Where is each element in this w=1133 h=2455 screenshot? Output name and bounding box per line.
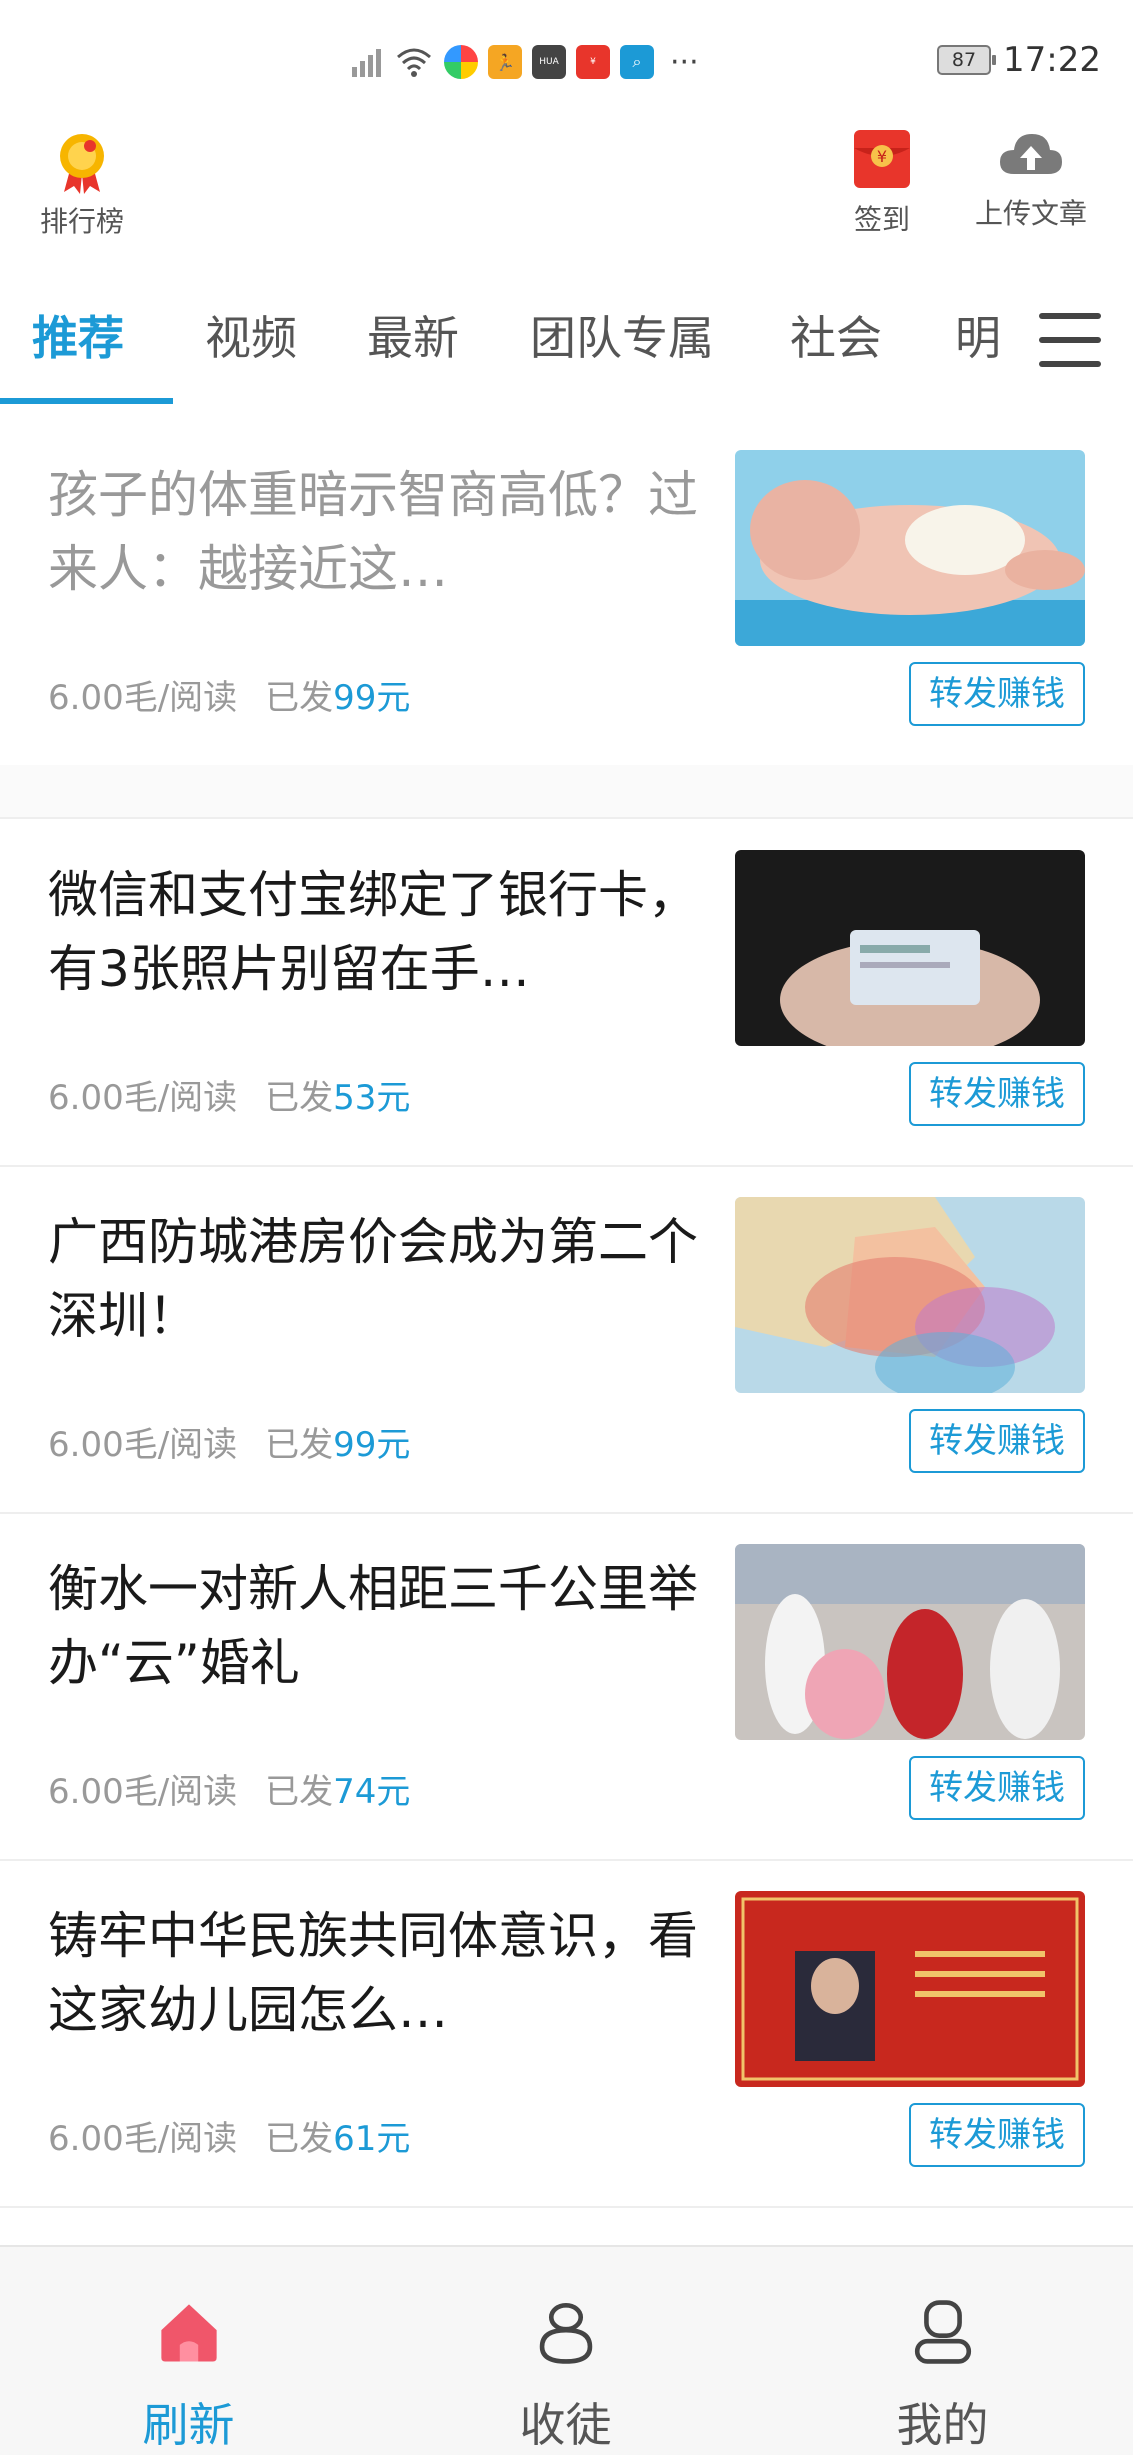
upload-label: 上传文章 — [975, 197, 1088, 230]
nav-refresh[interactable]: 刷新 — [0, 2247, 377, 2455]
article-card[interactable]: 孩子的体重暗示智商高低？过来人：越接近这… 6.00毛/阅读 已发99元 转发赚… — [0, 420, 1133, 767]
sent-prefix: 已发 — [265, 1078, 334, 1118]
sent-amount: 99元 — [333, 678, 411, 718]
active-tab-indicator — [0, 398, 173, 404]
article-title: 孩子的体重暗示智商高低？过来人：越接近这… — [48, 466, 698, 598]
article-meta: 6.00毛/阅读 已发99元 — [48, 670, 410, 719]
sent-amount: 61元 — [333, 2119, 411, 2159]
sent-amount: 99元 — [333, 1425, 411, 1465]
svg-text:¥: ¥ — [877, 147, 887, 166]
sent-info: 已发99元 — [265, 1417, 410, 1466]
profile-icon — [914, 2300, 971, 2364]
sent-amount: 53元 — [333, 1078, 411, 1118]
sent-info: 已发61元 — [265, 2111, 410, 2160]
menu-icon[interactable] — [1033, 305, 1103, 375]
sent-info: 已发74元 — [265, 1764, 410, 1813]
rank-label: 排行榜 — [40, 205, 125, 238]
article-title: 微信和支付宝绑定了银行卡，有3张照片别留在手… — [48, 866, 698, 998]
map-photo — [735, 1197, 1085, 1393]
tab-latest[interactable]: 最新 — [367, 302, 459, 368]
article-meta: 6.00毛/阅读 已发53元 — [48, 1070, 410, 1119]
category-tabs: 推荐 视频 最新 团队专属 社会 明 — [0, 280, 1133, 405]
bottom-navigation: 刷新 收徒 我的 — [0, 2245, 1133, 2455]
apprentice-icon — [539, 2302, 592, 2364]
tab-video[interactable]: 视频 — [205, 302, 297, 368]
read-rate: 6.00毛/阅读 — [48, 1772, 238, 1812]
sent-prefix: 已发 — [265, 678, 334, 718]
article-card[interactable]: 微信和支付宝绑定了银行卡，有3张照片别留在手… 6.00毛/阅读 已发53元 转… — [0, 820, 1133, 1167]
newborn-baby-photo — [735, 450, 1085, 646]
nav-me[interactable]: 我的 — [754, 2247, 1131, 2455]
share-earn-button[interactable]: 转发赚钱 — [909, 1756, 1085, 1820]
nav-label: 我的 — [896, 2398, 989, 2452]
tab-team[interactable]: 团队专属 — [530, 302, 714, 368]
sent-info: 已发99元 — [265, 670, 410, 719]
article-card[interactable]: 铸牢中华民族共同体意识，看这家幼儿园怎么… 6.00毛/阅读 已发61元 转发赚… — [0, 1861, 1133, 2208]
sent-amount: 74元 — [333, 1772, 411, 1812]
share-earn-button[interactable]: 转发赚钱 — [909, 1062, 1085, 1126]
share-earn-button[interactable]: 转发赚钱 — [909, 2103, 1085, 2167]
medal-icon — [60, 134, 104, 194]
share-earn-button[interactable]: 转发赚钱 — [909, 1409, 1085, 1473]
checkin-label: 签到 — [853, 203, 910, 236]
clock: 17:22 — [1003, 40, 1101, 80]
share-earn-button[interactable]: 转发赚钱 — [909, 662, 1085, 726]
app-icon-colorful — [444, 45, 478, 79]
article-meta: 6.00毛/阅读 已发74元 — [48, 1764, 410, 1813]
sent-prefix: 已发 — [265, 2119, 334, 2159]
app-icon-huawei: HUA — [532, 45, 566, 79]
rank-button[interactable]: 排行榜 — [40, 130, 124, 240]
article-title: 衡水一对新人相距三千公里举办“云”婚礼 — [48, 1560, 698, 1692]
section-divider — [0, 765, 1133, 819]
app-icon-search: ⌕ — [620, 45, 654, 79]
id-card-in-hands-photo — [735, 850, 1085, 1046]
article-meta: 6.00毛/阅读 已发61元 — [48, 2111, 410, 2160]
sent-prefix: 已发 — [265, 1425, 334, 1465]
upload-article-button[interactable]: 上传文章 — [975, 126, 1087, 232]
tab-celebrity[interactable]: 明 — [955, 302, 1001, 368]
home-icon — [160, 2304, 217, 2362]
wedding-photo — [735, 1544, 1085, 1740]
signal-icon — [352, 49, 381, 77]
cloud-upload-icon — [1000, 134, 1062, 174]
article-card[interactable]: 衡水一对新人相距三千公里举办“云”婚礼 6.00毛/阅读 已发74元 转发赚钱 — [0, 1514, 1133, 1861]
more-notifications-icon: ··· — [670, 44, 699, 80]
app-icon-red: ¥ — [576, 45, 610, 79]
red-certificate-photo — [735, 1891, 1085, 2087]
battery-icon: 87 — [937, 45, 997, 75]
read-rate: 6.00毛/阅读 — [48, 1078, 238, 1118]
sent-prefix: 已发 — [265, 1772, 334, 1812]
article-title: 铸牢中华民族共同体意识，看这家幼儿园怎么… — [48, 1907, 698, 2039]
sent-info: 已发53元 — [265, 1070, 410, 1119]
nav-label: 收徒 — [519, 2398, 612, 2452]
article-meta: 6.00毛/阅读 已发99元 — [48, 1417, 410, 1466]
wifi-icon — [397, 48, 431, 77]
notification-icons: 🏃 HUA ¥ ⌕ ··· — [350, 40, 699, 84]
article-title: 广西防城港房价会成为第二个深圳！ — [48, 1213, 698, 1345]
app-icon-runner: 🏃 — [488, 45, 522, 79]
article-card[interactable]: 广西防城港房价会成为第二个深圳！ 6.00毛/阅读 已发99元 转发赚钱 — [0, 1167, 1133, 1514]
checkin-button[interactable]: ¥ 签到 — [850, 126, 914, 238]
read-rate: 6.00毛/阅读 — [48, 678, 238, 718]
nav-apprentice[interactable]: 收徒 — [377, 2247, 754, 2455]
nav-label: 刷新 — [142, 2398, 235, 2452]
tab-recommend[interactable]: 推荐 — [32, 302, 124, 368]
red-envelope-icon: ¥ — [854, 130, 910, 188]
status-bar: 🏃 HUA ¥ ⌕ ··· 87 17:22 — [0, 0, 1133, 120]
app-header: 排行榜 ¥ 签到 上传文章 — [0, 120, 1133, 270]
read-rate: 6.00毛/阅读 — [48, 2119, 238, 2159]
tab-society[interactable]: 社会 — [790, 302, 882, 368]
read-rate: 6.00毛/阅读 — [48, 1425, 238, 1465]
